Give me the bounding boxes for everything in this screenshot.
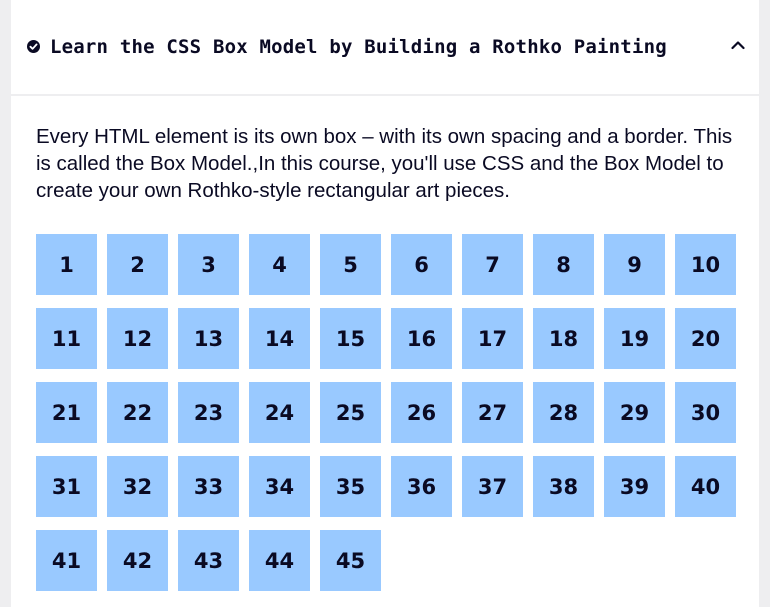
step-button[interactable]: 34 (249, 456, 310, 517)
step-button[interactable]: 39 (604, 456, 665, 517)
check-circle-icon (27, 40, 40, 53)
step-button[interactable]: 45 (320, 530, 381, 591)
step-button[interactable]: 9 (604, 234, 665, 295)
step-button[interactable]: 4 (249, 234, 310, 295)
step-button[interactable]: 30 (675, 382, 736, 443)
step-button[interactable]: 20 (675, 308, 736, 369)
step-button[interactable]: 5 (320, 234, 381, 295)
step-button[interactable]: 17 (462, 308, 523, 369)
step-button[interactable]: 15 (320, 308, 381, 369)
step-button[interactable]: 26 (391, 382, 452, 443)
step-button[interactable]: 35 (320, 456, 381, 517)
step-button[interactable]: 19 (604, 308, 665, 369)
step-button[interactable]: 7 (462, 234, 523, 295)
block-header-toggle[interactable]: Learn the CSS Box Model by Building a Ro… (11, 0, 759, 96)
step-button[interactable]: 16 (391, 308, 452, 369)
step-button[interactable]: 33 (178, 456, 239, 517)
step-button[interactable]: 22 (107, 382, 168, 443)
step-button[interactable]: 12 (107, 308, 168, 369)
chevron-up-icon[interactable] (731, 40, 745, 50)
step-button[interactable]: 27 (462, 382, 523, 443)
block-description: Every HTML element is its own box – with… (36, 125, 733, 202)
step-button[interactable]: 42 (107, 530, 168, 591)
step-button[interactable]: 11 (36, 308, 97, 369)
step-button[interactable]: 10 (675, 234, 736, 295)
step-button[interactable]: 31 (36, 456, 97, 517)
step-grid: 1 2 3 4 5 6 7 8 9 10 11 12 13 14 15 16 17 18 19 20 21 22 23 24 2… (36, 234, 736, 591)
step-button[interactable]: 40 (675, 456, 736, 517)
step-button[interactable]: 13 (178, 308, 239, 369)
step-button[interactable]: 41 (36, 530, 97, 591)
superblock-card: Learn the CSS Box Model by Building a Ro… (11, 0, 759, 607)
step-button[interactable]: 14 (249, 308, 310, 369)
step-button[interactable]: 38 (533, 456, 594, 517)
step-button[interactable]: 37 (462, 456, 523, 517)
step-button[interactable]: 28 (533, 382, 594, 443)
step-button[interactable]: 43 (178, 530, 239, 591)
step-button[interactable]: 1 (36, 234, 97, 295)
step-button[interactable]: 2 (107, 234, 168, 295)
step-button[interactable]: 23 (178, 382, 239, 443)
step-button[interactable]: 32 (107, 456, 168, 517)
block-title: Learn the CSS Box Model by Building a Ro… (50, 36, 667, 58)
step-button[interactable]: 25 (320, 382, 381, 443)
step-button[interactable]: 21 (36, 382, 97, 443)
step-button[interactable]: 18 (533, 308, 594, 369)
step-button[interactable]: 44 (249, 530, 310, 591)
step-button[interactable]: 3 (178, 234, 239, 295)
step-button[interactable]: 6 (391, 234, 452, 295)
step-button[interactable]: 8 (533, 234, 594, 295)
step-button[interactable]: 29 (604, 382, 665, 443)
step-button[interactable]: 36 (391, 456, 452, 517)
step-button[interactable]: 24 (249, 382, 310, 443)
